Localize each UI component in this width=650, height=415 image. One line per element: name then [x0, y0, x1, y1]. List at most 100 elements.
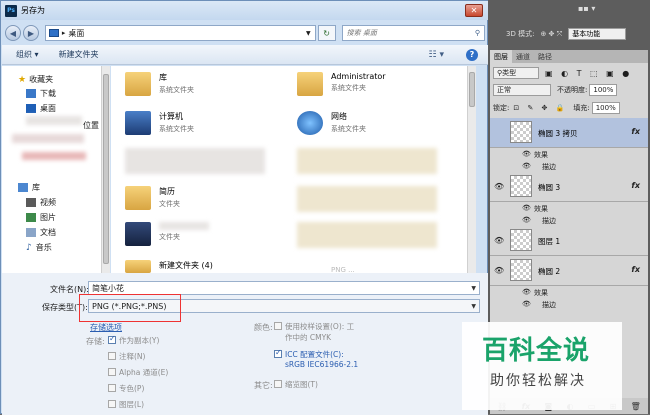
nav-documents[interactable]: 文档	[26, 227, 56, 238]
checkbox-icon[interactable]	[108, 352, 116, 360]
thumbnail-option[interactable]: 缩览图(T)	[274, 379, 318, 390]
notes-option[interactable]: 注释(N)	[108, 351, 145, 362]
close-button[interactable]: ✕	[465, 4, 483, 17]
file-item-library[interactable]: 库系统文件夹	[125, 72, 194, 96]
ps-effects-row[interactable]: 👁 效果	[490, 149, 648, 161]
eye-icon[interactable]: 👁	[522, 204, 531, 212]
ps-tab-channels[interactable]: 通道	[512, 50, 534, 63]
ps-opacity-field[interactable]: 100%	[589, 84, 618, 96]
file-item-resume[interactable]: 简历 文件夹	[125, 186, 180, 210]
ps-3d-tools-icon[interactable]: ⊕ ✥ ⤧	[540, 30, 562, 39]
nav-video[interactable]: 视频	[26, 197, 56, 208]
nav-desktop-label: 桌面	[40, 104, 56, 113]
path-dropdown-icon[interactable]: ▼	[306, 30, 311, 37]
eye-icon[interactable]: 👁	[522, 150, 531, 158]
blurred-item	[159, 222, 209, 230]
library-icon	[18, 183, 28, 192]
search-input[interactable]: 搜索 桌面 ⚲	[341, 25, 485, 41]
layers-option[interactable]: 图层(L)	[108, 399, 144, 410]
eye-icon[interactable]: 👁	[494, 266, 504, 275]
nav-scroll-thumb[interactable]	[103, 74, 109, 264]
back-icon[interactable]: ◀	[5, 25, 21, 41]
chevron-down-icon[interactable]: ▼	[471, 285, 476, 292]
checkbox-icon[interactable]	[274, 348, 282, 358]
alpha-option[interactable]: Alpha 通道(E)	[108, 367, 168, 378]
ps-workspace-select[interactable]: 基本功能	[568, 28, 627, 40]
ps-layer-row[interactable]: 椭圆 3 拷贝 fx	[490, 118, 648, 148]
eye-icon[interactable]: 👁	[494, 182, 504, 191]
files-scroll-thumb[interactable]	[469, 72, 475, 107]
icc-option[interactable]: ICC 配置文件(C):sRGB IEC61966-2.1	[274, 348, 358, 369]
ps-effects-row[interactable]: 👁 效果	[490, 203, 648, 215]
checkbox-icon[interactable]	[108, 368, 116, 376]
highlight-box	[79, 294, 181, 322]
save-form: 文件名(N): 简笔小花 ▼ 保存类型(T): PNG (*.PNG;*.PNS…	[2, 273, 488, 415]
forward-icon[interactable]: ▶	[22, 25, 39, 41]
file-item-administrator[interactable]: Administrator 系统文件夹	[297, 72, 386, 96]
eye-icon[interactable]: 👁	[522, 300, 531, 308]
ps-blend-select[interactable]: 正常	[493, 84, 551, 96]
checkbox-icon[interactable]	[108, 400, 116, 408]
nav-desktop[interactable]: 桌面	[26, 103, 56, 114]
file-item-network[interactable]: 网络 系统文件夹	[297, 111, 366, 135]
title-bar: Ps 另存为 ✕	[1, 1, 489, 20]
view-options-icon[interactable]: ☷ ▾	[429, 50, 444, 60]
file-type: 系统文件夹	[159, 86, 194, 94]
other-label: 其它:	[254, 381, 273, 390]
checkbox-icon[interactable]	[108, 384, 116, 392]
ps-kind-select[interactable]: ⚲ 类型	[493, 67, 539, 79]
checkbox-icon[interactable]	[108, 334, 116, 344]
ps-layer-row[interactable]: 👁 椭圆 3 fx	[490, 172, 648, 202]
file-item-folder[interactable]: 文件夹	[125, 222, 209, 246]
checkbox-icon[interactable]	[274, 322, 282, 330]
chevron-down-icon[interactable]: ▼	[471, 303, 476, 310]
ps-layer-row[interactable]: 👁 图层 1	[490, 226, 648, 256]
spot-option[interactable]: 专色(P)	[108, 383, 144, 394]
files-scrollbar[interactable]	[467, 66, 476, 273]
new-folder-button[interactable]: 新建文件夹	[59, 49, 99, 60]
file-item-new-folder[interactable]: 新建文件夹 (4)	[125, 260, 213, 273]
fx-icon[interactable]: fx	[631, 181, 640, 190]
help-icon[interactable]: ?	[466, 48, 478, 61]
ps-kind-value: 类型	[502, 69, 517, 77]
checkbox-icon[interactable]	[274, 380, 282, 388]
nav-pictures[interactable]: 图片	[26, 212, 56, 223]
ps-mode-row: 3D 模式: ⊕ ✥ ⤧ 基本功能	[492, 27, 648, 41]
fx-icon[interactable]: fx	[631, 127, 640, 136]
fx-icon[interactable]: fx	[631, 265, 640, 274]
filename-value: 简笔小花	[92, 283, 124, 293]
ps-lock-icons[interactable]: ⊡ ✎ ✥ 🔒	[513, 104, 567, 112]
nav-library[interactable]: 库	[18, 182, 40, 193]
ps-3d-mode-label: 3D 模式:	[506, 30, 535, 38]
ps-effects-row[interactable]: 👁 效果	[490, 287, 648, 299]
ps-fill-field[interactable]: 100%	[591, 102, 620, 114]
use-proof-option[interactable]: 使用校样设置(O): 工作中的 CMYK	[274, 321, 354, 343]
eye-icon[interactable]: 👁	[494, 236, 504, 245]
organize-button[interactable]: 组织 ▾	[16, 49, 39, 60]
effects-label: 效果	[534, 289, 548, 297]
documents-icon	[26, 228, 36, 237]
trash-icon[interactable]: 🗑	[631, 402, 641, 411]
nav-favorites[interactable]: ★ 收藏夹	[18, 74, 53, 85]
ps-filter-icons[interactable]: ▣ ◐ T ⬚ ▣ ●	[545, 69, 632, 78]
eye-icon[interactable]: 👁	[522, 288, 531, 296]
ps-layer-row[interactable]: 👁 椭圆 2 fx	[490, 256, 648, 286]
nav-scrollbar[interactable]	[101, 66, 110, 273]
ps-tab-layers[interactable]: 图层	[490, 50, 512, 63]
eye-icon[interactable]: 👁	[522, 162, 531, 170]
ps-stroke-row[interactable]: 👁 描边	[490, 299, 648, 311]
file-type: 文件夹	[159, 200, 180, 208]
refresh-icon[interactable]: ↻	[317, 25, 336, 41]
path-box[interactable]: ▸ 桌面 ▼	[44, 25, 316, 41]
file-item-computer[interactable]: 计算机 系统文件夹	[125, 111, 194, 135]
layer-name: 椭圆 3	[538, 183, 561, 192]
search-placeholder: 搜索 桌面	[346, 29, 377, 37]
as-copy-option[interactable]: 作为副本(Y)	[108, 334, 159, 346]
file-type: 系统文件夹	[159, 125, 194, 133]
ps-tab-paths[interactable]: 路径	[534, 50, 556, 63]
nav-music[interactable]: ♪ 音乐	[26, 242, 52, 253]
filename-field[interactable]: 简笔小花 ▼	[88, 281, 480, 295]
eye-icon[interactable]: 👁	[522, 216, 531, 224]
save-options-link[interactable]: 存储选项	[90, 322, 122, 333]
nav-downloads[interactable]: 下载	[26, 88, 56, 99]
